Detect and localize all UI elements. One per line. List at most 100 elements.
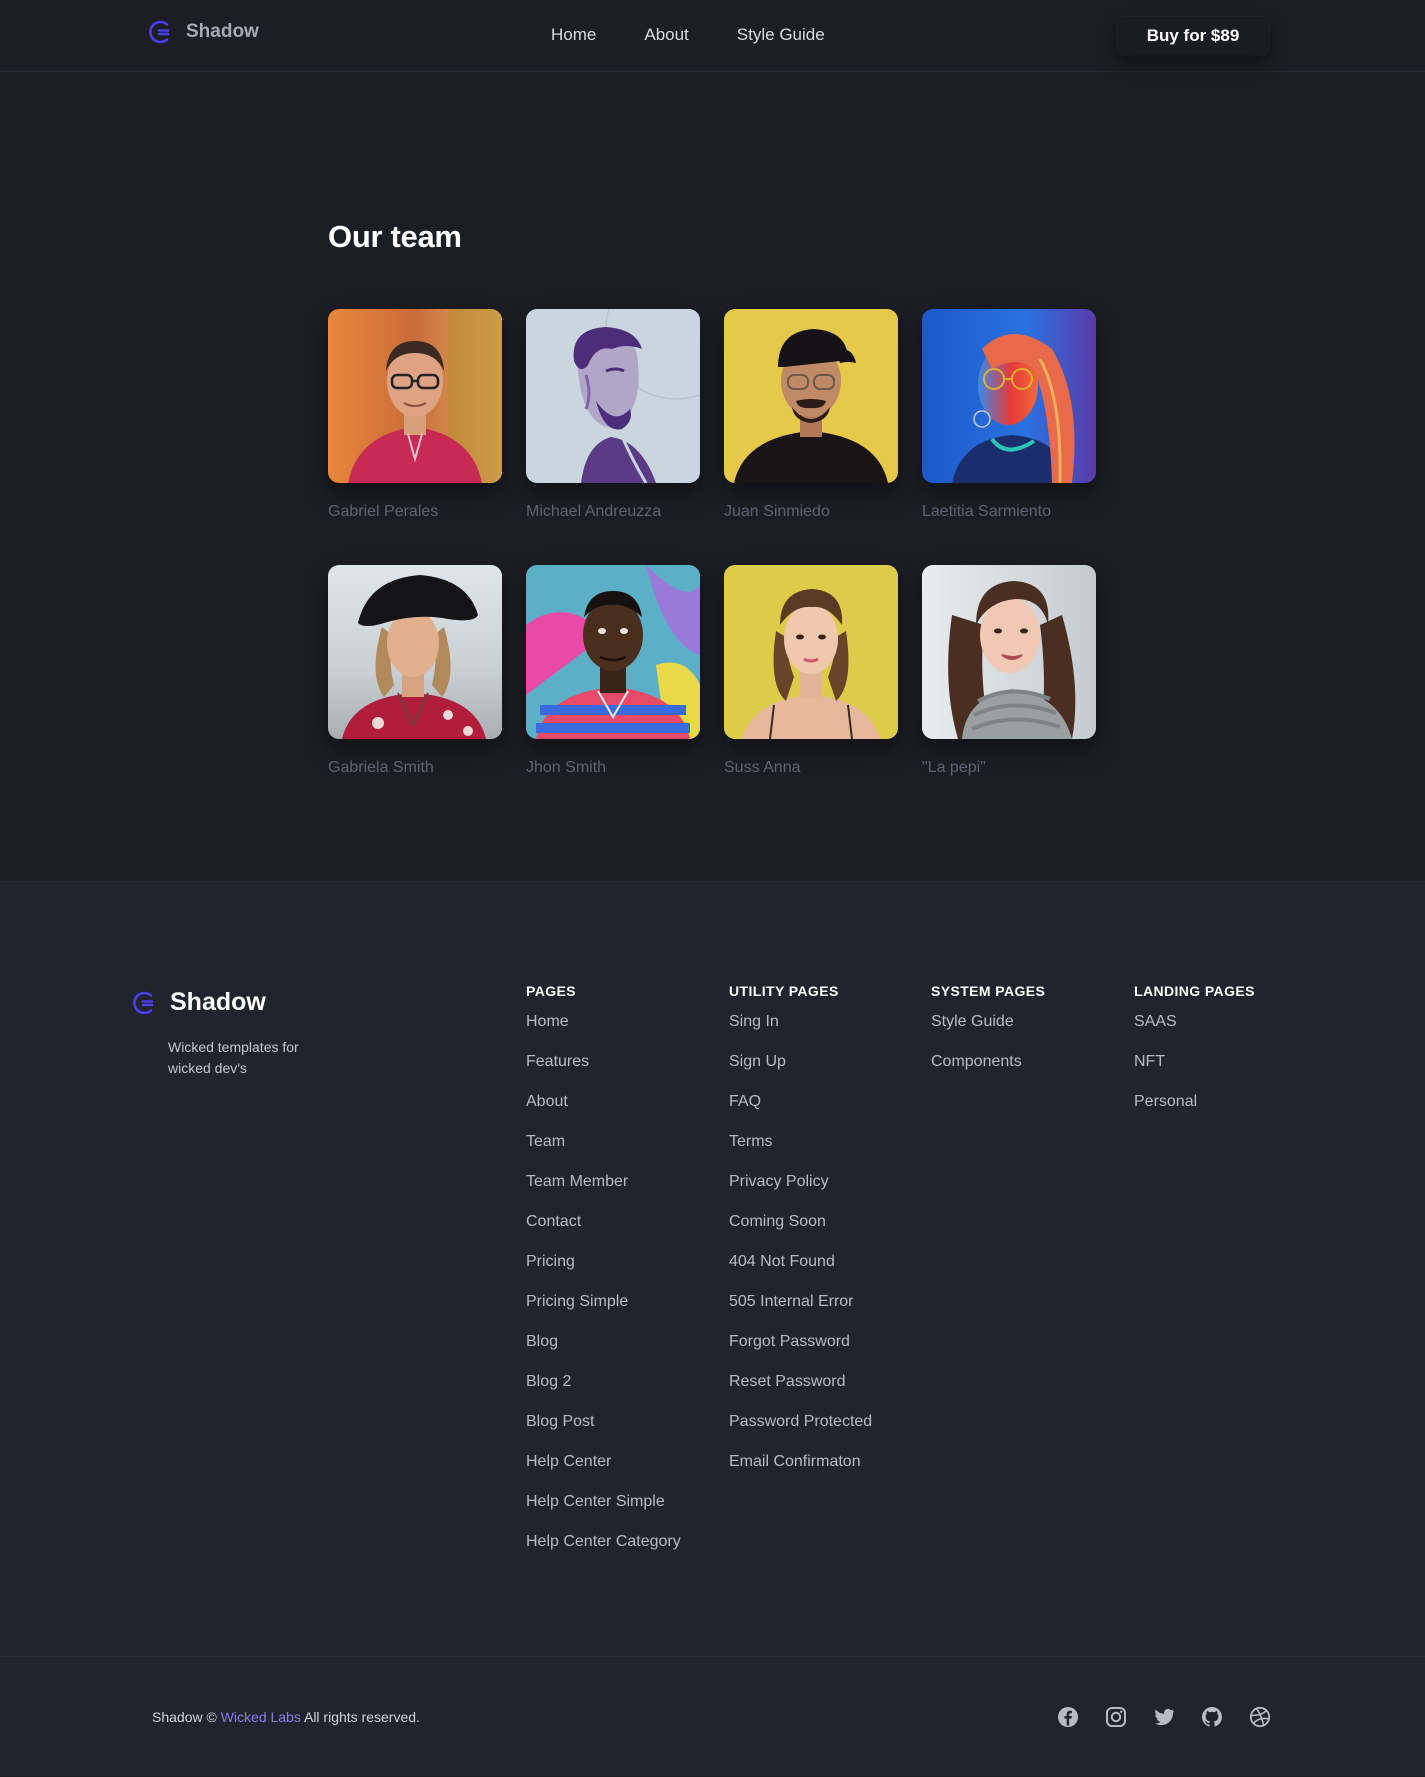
instagram-icon[interactable] bbox=[1104, 1705, 1128, 1729]
footer-link-help-center-category[interactable]: Help Center Category bbox=[526, 1533, 681, 1550]
footer-link-email-confirmation[interactable]: Email Confirmaton bbox=[729, 1453, 861, 1470]
portrait-man-striped-shirt bbox=[526, 565, 700, 739]
member-name: "La pepi" bbox=[922, 759, 986, 776]
footer-link-forgot-password[interactable]: Forgot Password bbox=[729, 1333, 850, 1350]
member-photo[interactable] bbox=[724, 565, 898, 739]
footer-link-components[interactable]: Components bbox=[931, 1053, 1022, 1070]
footer-column-title: UTILITY PAGES bbox=[729, 983, 839, 999]
footer-link-pricing-simple[interactable]: Pricing Simple bbox=[526, 1293, 628, 1310]
footer-bottom-bar: Shadow © Wicked Labs All rights reserved… bbox=[0, 1656, 1425, 1777]
footer-link-coming-soon[interactable]: Coming Soon bbox=[729, 1213, 826, 1230]
member-photo[interactable] bbox=[526, 565, 700, 739]
member-photo[interactable] bbox=[724, 309, 898, 483]
brand-logo-icon bbox=[149, 20, 170, 44]
member-name: Laetitia Sarmiento bbox=[922, 503, 1051, 520]
footer-link-blog[interactable]: Blog bbox=[526, 1333, 558, 1350]
member-photo[interactable] bbox=[922, 309, 1096, 483]
footer-link-style-guide[interactable]: Style Guide bbox=[931, 1013, 1014, 1030]
copyright-suffix: All rights reserved. bbox=[303, 1709, 420, 1725]
team-member-card[interactable]: Jhon Smith bbox=[526, 565, 700, 778]
footer-link-list: Home Features About Team Team Member Con… bbox=[526, 1012, 716, 1572]
copyright-prefix: Shadow © bbox=[152, 1709, 217, 1725]
member-name: Gabriela Smith bbox=[328, 759, 434, 776]
member-photo[interactable] bbox=[526, 309, 700, 483]
site-footer: Shadow Wicked templates for wicked dev's… bbox=[0, 881, 1425, 1776]
member-photo[interactable] bbox=[922, 565, 1096, 739]
footer-column-utility: UTILITY PAGES Sing In Sign Up FAQ Terms … bbox=[729, 982, 919, 1492]
footer-link-list: SAAS NFT Personal bbox=[1134, 1012, 1324, 1132]
social-links bbox=[1056, 1705, 1272, 1729]
footer-link-terms[interactable]: Terms bbox=[729, 1133, 773, 1150]
footer-link-help-center-simple[interactable]: Help Center Simple bbox=[526, 1493, 665, 1510]
dribbble-icon[interactable] bbox=[1248, 1705, 1272, 1729]
footer-link-sign-up[interactable]: Sign Up bbox=[729, 1053, 786, 1070]
footer-link-personal[interactable]: Personal bbox=[1134, 1093, 1197, 1110]
page-title: Our team bbox=[328, 219, 462, 254]
member-name: Suss Anna bbox=[724, 759, 801, 776]
footer-link-contact[interactable]: Contact bbox=[526, 1213, 581, 1230]
member-name: Gabriel Perales bbox=[328, 503, 439, 520]
footer-link-team-member[interactable]: Team Member bbox=[526, 1173, 628, 1190]
footer-link-nft[interactable]: NFT bbox=[1134, 1053, 1165, 1070]
team-section: Our team Gabriel Perales Michael Andreuz… bbox=[0, 73, 1425, 881]
footer-column-system: SYSTEM PAGES Style Guide Components bbox=[931, 982, 1121, 1092]
footer-link-saas[interactable]: SAAS bbox=[1134, 1013, 1177, 1030]
team-member-card[interactable]: Michael Andreuzza bbox=[526, 309, 700, 522]
nav-about[interactable]: About bbox=[644, 24, 688, 46]
footer-link-password-protected[interactable]: Password Protected bbox=[729, 1413, 872, 1430]
footer-link-blog-2[interactable]: Blog 2 bbox=[526, 1373, 571, 1390]
member-name: Juan Sinmiedo bbox=[724, 503, 830, 520]
footer-tagline: Wicked templates for wicked dev's bbox=[168, 1039, 299, 1076]
site-header: Shadow Home About Style Guide Buy for $8… bbox=[0, 0, 1425, 72]
member-photo[interactable] bbox=[328, 565, 502, 739]
footer-logo-link[interactable]: Shadow bbox=[130, 988, 266, 1017]
portrait-man-glasses-red-shirt bbox=[328, 309, 502, 483]
facebook-icon[interactable] bbox=[1056, 1705, 1080, 1729]
team-grid: Gabriel Perales Michael Andreuzza Juan S… bbox=[328, 309, 1128, 778]
copyright-text: Shadow © Wicked Labs All rights reserved… bbox=[152, 1709, 420, 1725]
member-name: Michael Andreuzza bbox=[526, 503, 662, 520]
team-member-card[interactable]: Juan Sinmiedo bbox=[724, 309, 898, 522]
footer-column-title: SYSTEM PAGES bbox=[931, 983, 1046, 999]
brand-name: Shadow bbox=[186, 21, 259, 42]
footer-column-title: PAGES bbox=[526, 983, 576, 999]
github-icon[interactable] bbox=[1200, 1705, 1224, 1729]
portrait-man-cap-yellow bbox=[724, 309, 898, 483]
portrait-woman-yellow-bg bbox=[724, 565, 898, 739]
portrait-duotone-man bbox=[526, 309, 700, 483]
portrait-woman-grey-scarf bbox=[922, 565, 1096, 739]
footer-link-team[interactable]: Team bbox=[526, 1133, 565, 1150]
buy-button[interactable]: Buy for $89 bbox=[1117, 17, 1269, 55]
footer-link-blog-post[interactable]: Blog Post bbox=[526, 1413, 594, 1430]
brand-logo-icon bbox=[133, 991, 154, 1014]
main-nav: Home About Style Guide bbox=[551, 24, 825, 46]
footer-link-privacy-policy[interactable]: Privacy Policy bbox=[729, 1173, 829, 1190]
nav-style-guide[interactable]: Style Guide bbox=[737, 24, 825, 46]
footer-link-about[interactable]: About bbox=[526, 1093, 568, 1110]
footer-link-reset-password[interactable]: Reset Password bbox=[729, 1373, 846, 1390]
footer-link-404[interactable]: 404 Not Found bbox=[729, 1253, 835, 1270]
portrait-woman-black-hat bbox=[328, 565, 502, 739]
member-photo[interactable] bbox=[328, 309, 502, 483]
team-member-card[interactable]: Gabriel Perales bbox=[328, 309, 502, 522]
footer-brand-name: Shadow bbox=[170, 988, 266, 1016]
logo-link[interactable]: Shadow bbox=[146, 16, 259, 48]
footer-link-home[interactable]: Home bbox=[526, 1013, 569, 1030]
twitter-icon[interactable] bbox=[1152, 1705, 1176, 1729]
wicked-labs-link[interactable]: Wicked Labs bbox=[221, 1709, 301, 1725]
footer-link-pricing[interactable]: Pricing bbox=[526, 1253, 575, 1270]
footer-column-title: LANDING PAGES bbox=[1134, 983, 1255, 999]
footer-link-505[interactable]: 505 Internal Error bbox=[729, 1293, 854, 1310]
team-member-card[interactable]: Suss Anna bbox=[724, 565, 898, 778]
footer-link-faq[interactable]: FAQ bbox=[729, 1093, 761, 1110]
footer-link-help-center[interactable]: Help Center bbox=[526, 1453, 611, 1470]
team-member-card[interactable]: "La pepi" bbox=[922, 565, 1096, 778]
footer-column-pages: PAGES Home Features About Team Team Memb… bbox=[526, 982, 716, 1572]
footer-column-landing: LANDING PAGES SAAS NFT Personal bbox=[1134, 982, 1324, 1132]
nav-home[interactable]: Home bbox=[551, 24, 596, 46]
team-member-card[interactable]: Gabriela Smith bbox=[328, 565, 502, 778]
member-name: Jhon Smith bbox=[526, 759, 607, 776]
footer-link-sign-in[interactable]: Sing In bbox=[729, 1013, 779, 1030]
footer-link-features[interactable]: Features bbox=[526, 1053, 589, 1070]
team-member-card[interactable]: Laetitia Sarmiento bbox=[922, 309, 1096, 522]
